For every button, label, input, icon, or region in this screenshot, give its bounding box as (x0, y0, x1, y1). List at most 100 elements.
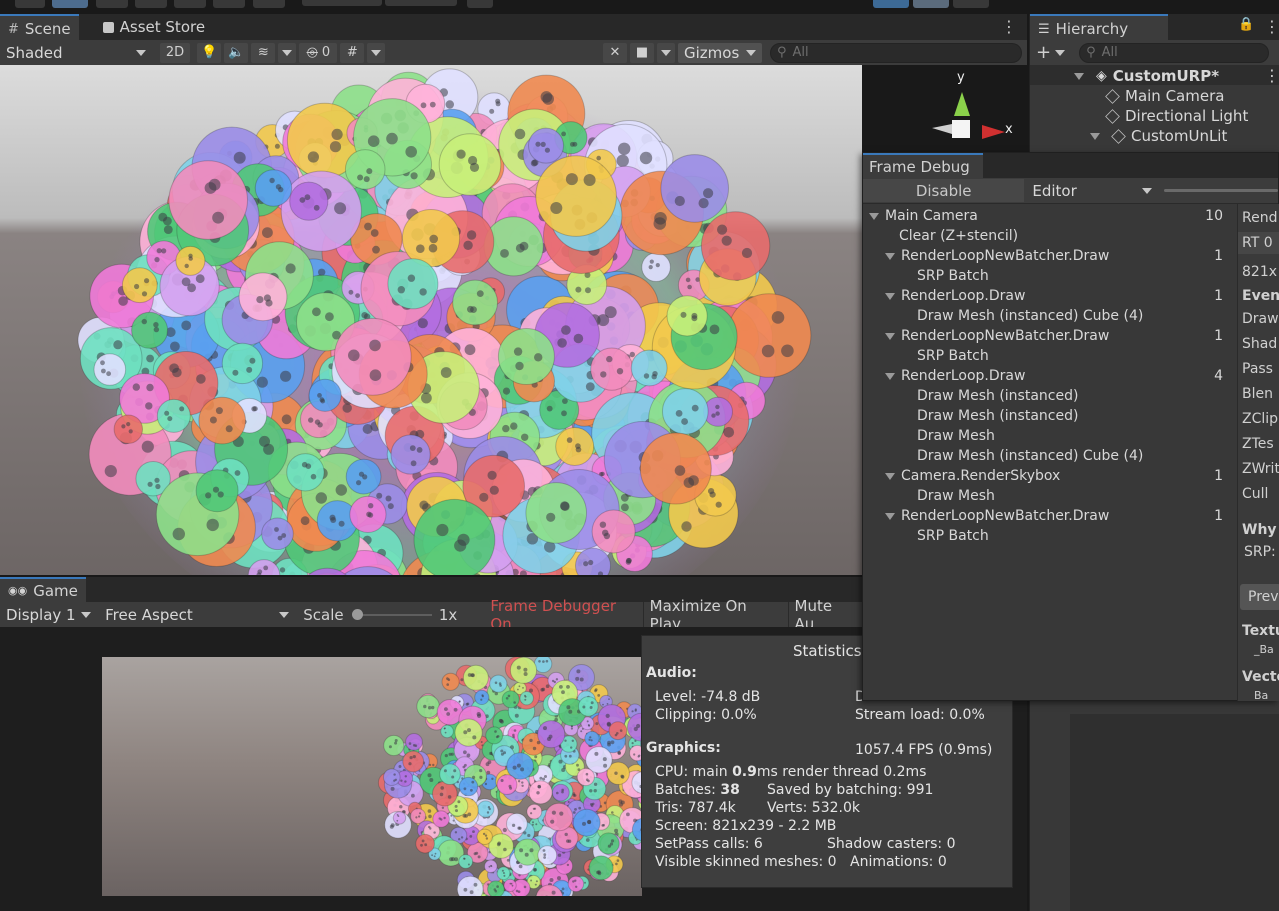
event-row[interactable]: SRP Batch (863, 266, 1233, 286)
shading-mode-dropdown[interactable]: Shaded (0, 42, 152, 63)
snap-button[interactable] (467, 0, 493, 8)
kebab-menu-icon[interactable]: ⋮ (1264, 17, 1279, 36)
event-row[interactable]: Draw Mesh (instanced) Cube (4) (863, 446, 1233, 466)
sphere-spot (473, 882, 478, 887)
tab-frame-debug[interactable]: Frame Debug (863, 153, 983, 178)
sphere-spot (519, 848, 524, 853)
target-dropdown[interactable]: Editor (1026, 179, 1159, 202)
camera-dropdown[interactable] (657, 42, 675, 63)
chevron-down-icon (371, 49, 382, 56)
event-row[interactable]: Draw Mesh (863, 486, 1233, 506)
hierarchy-item-main-camera[interactable]: Main Camera (1105, 87, 1224, 105)
step-button[interactable] (953, 0, 989, 8)
hierarchy-scene-root[interactable]: ◈ CustomURP* (1074, 67, 1219, 85)
sphere-spot (614, 733, 618, 737)
pivot-local-button[interactable] (385, 0, 457, 6)
event-row[interactable]: RenderLoopNewBatcher.Draw 1 (863, 326, 1233, 346)
event-slider[interactable] (1164, 189, 1278, 192)
effects-toggle[interactable]: ≋ (251, 42, 276, 63)
slider-handle[interactable] (351, 608, 363, 620)
scale-slider[interactable] (351, 605, 432, 625)
kebab-menu-icon[interactable]: ⋮ (1264, 66, 1279, 85)
game-view-render[interactable] (102, 657, 642, 896)
wrench-icon: ✕ (609, 45, 621, 60)
sphere-spot (575, 286, 582, 293)
event-row[interactable]: Draw Mesh (instanced) (863, 406, 1233, 426)
lock-icon[interactable]: 🔒 (1238, 17, 1254, 32)
rect-tool-button[interactable] (174, 0, 206, 8)
sphere-spot (439, 792, 444, 797)
chevron-down-icon (81, 611, 92, 618)
sphere-spot (566, 437, 573, 443)
scene-viewport[interactable] (0, 65, 862, 575)
axis-gizmo[interactable]: y x (930, 70, 1020, 160)
gizmos-dropdown[interactable]: Gizmos (678, 42, 762, 63)
camera-button[interactable]: ■ (630, 42, 654, 63)
pivot-center-button[interactable] (302, 0, 382, 6)
play-button[interactable] (873, 0, 909, 8)
effects-dropdown[interactable] (278, 42, 297, 63)
event-row[interactable]: Draw Mesh (instanced) (863, 386, 1233, 406)
hierarchy-search-input[interactable]: ⚲ All (1079, 42, 1270, 63)
hidden-objects-toggle[interactable]: ◎ 0 (299, 42, 338, 63)
audio-toggle[interactable]: 🔈 (224, 42, 249, 63)
disable-button[interactable]: Disable (863, 179, 1025, 202)
tab-hierarchy[interactable]: ☰ Hierarchy (1030, 14, 1168, 42)
sphere-spot (546, 512, 556, 522)
sphere (660, 154, 730, 223)
search-icon: ⚲ (1086, 45, 1096, 60)
expand-arrow-icon (1074, 72, 1084, 80)
sphere-spot (507, 694, 511, 698)
custom-tool-button[interactable] (253, 0, 285, 8)
sphere-spot (145, 402, 153, 410)
sphere-spot (611, 811, 614, 814)
tools-button[interactable]: ✕ (603, 42, 627, 63)
scale-tool-button[interactable] (135, 0, 167, 8)
tab-scene[interactable]: # Scene (0, 14, 79, 42)
sphere-spot (415, 816, 418, 819)
mute-audio-toggle[interactable]: Mute Au (787, 597, 862, 633)
tab-game[interactable]: ◉◉ Game (0, 577, 86, 602)
cpu-stats: CPU: main 0.9ms render thread 0.2ms (655, 764, 927, 780)
scale-value: 1x (438, 605, 458, 624)
sphere-spot (475, 851, 479, 855)
sphere-spot (606, 355, 613, 363)
lighting-toggle[interactable]: 💡 (197, 42, 222, 63)
scene-search-input[interactable]: ⚲ All (770, 42, 1022, 63)
event-row[interactable]: SRP Batch (863, 526, 1233, 546)
display-dropdown[interactable]: Display 1 (0, 604, 98, 625)
event-row[interactable]: RenderLoopNewBatcher.Draw 1 (863, 246, 1233, 266)
aspect-dropdown[interactable]: Free Aspect (99, 604, 296, 625)
transform-tool-button[interactable] (213, 0, 245, 8)
pause-button[interactable] (913, 0, 949, 8)
render-target-dropdown[interactable]: RT 0 (1242, 235, 1273, 251)
sphere-spot (610, 740, 615, 745)
event-row[interactable]: Main Camera 10 (863, 206, 1233, 226)
sphere-spot (566, 685, 570, 689)
event-row[interactable]: RenderLoop.Draw 1 (863, 286, 1233, 306)
create-button[interactable]: + (1030, 42, 1071, 63)
sphere-spot (234, 470, 241, 476)
event-row[interactable]: SRP Batch (863, 346, 1233, 366)
event-row[interactable]: Draw Mesh (instanced) Cube (4) (863, 306, 1233, 326)
event-row[interactable]: Draw Mesh (863, 426, 1233, 446)
sphere-spot (388, 745, 392, 749)
grid-toggle[interactable]: # (340, 42, 365, 63)
hierarchy-item-directional-light[interactable]: Directional Light (1105, 107, 1248, 125)
frame-debugger-toggle[interactable]: Frame Debugger On (488, 597, 642, 633)
event-row[interactable]: Camera.RenderSkybox 1 (863, 466, 1233, 486)
event-row[interactable]: RenderLoop.Draw 4 (863, 366, 1233, 386)
event-row[interactable]: RenderLoopNewBatcher.Draw 1 (863, 506, 1233, 526)
rotate-tool-button[interactable] (96, 0, 128, 8)
mode-2d-toggle[interactable]: 2D (160, 42, 190, 63)
kebab-menu-icon[interactable]: ⋮ (1001, 17, 1017, 36)
event-row[interactable]: Clear (Z+stencil) (863, 226, 1233, 246)
hand-tool-button[interactable] (15, 0, 45, 8)
grid-dropdown[interactable] (367, 42, 386, 63)
maximize-on-play-toggle[interactable]: Maximize On Play (642, 597, 788, 633)
hierarchy-item-customunlit[interactable]: CustomUnLit (1090, 127, 1227, 145)
move-tool-button[interactable] (52, 0, 88, 8)
sphere-spot (470, 306, 477, 313)
sphere-spot (514, 128, 526, 140)
tab-asset-store[interactable]: Asset Store (95, 14, 213, 40)
